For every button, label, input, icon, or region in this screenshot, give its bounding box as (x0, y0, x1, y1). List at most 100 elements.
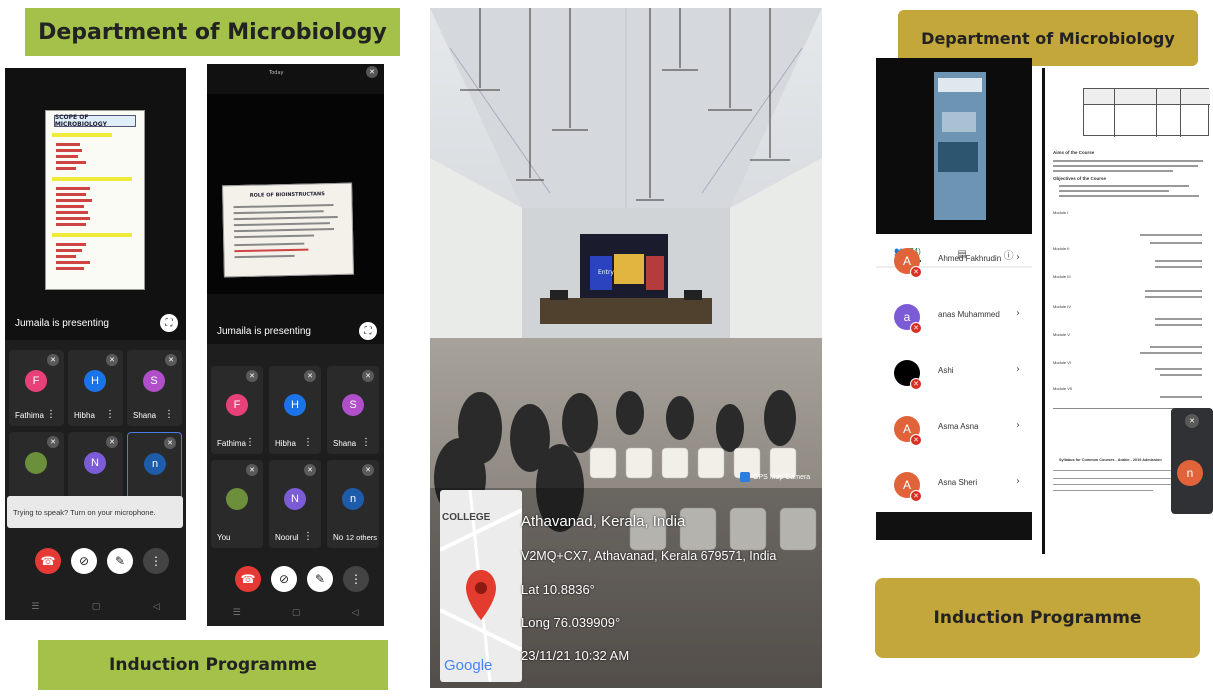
more-options-icon[interactable]: ⋮ (245, 437, 255, 448)
gps-camera-badge: GPS Map Camera (740, 472, 810, 482)
participant-tile[interactable]: F ✕ Fathima ⋮ (211, 366, 263, 454)
recents-icon[interactable]: ☰ (31, 602, 39, 612)
chevron-right-icon[interactable]: › (1016, 364, 1020, 375)
participant-name: Shana (333, 439, 357, 448)
module-label: Module I (1053, 210, 1069, 215)
chevron-right-icon[interactable]: › (1016, 476, 1020, 487)
participant-tile[interactable]: S ✕ Shana ⋮ (327, 366, 379, 454)
participant-row[interactable]: A ✕ Asma Asna › (876, 408, 1032, 454)
participant-tile[interactable]: H ✕ Hibha ⋮ (68, 350, 123, 426)
fullscreen-icon[interactable]: ⛶ (160, 314, 178, 332)
avatar: N (84, 452, 106, 474)
mic-off-button[interactable]: ✎ (307, 566, 333, 592)
recents-icon[interactable]: ☰ (233, 608, 241, 618)
more-options-icon[interactable]: ⋮ (164, 409, 174, 420)
camera-off-button[interactable]: ⊘ (71, 548, 97, 574)
more-button[interactable]: ⋮ (343, 566, 369, 592)
camera-off-button[interactable]: ⊘ (271, 566, 297, 592)
avatar-photo (25, 452, 47, 474)
module-label: Module VI (1053, 360, 1072, 365)
presentation-slide: SCOPE OF MICROBIOLOGY (45, 110, 145, 290)
more-options-icon[interactable]: ⋮ (105, 409, 115, 420)
screen-share-area: Today ✕ ROLE OF BIOINSTRUCTANS Jumaila i… (207, 64, 384, 344)
more-options-icon[interactable]: ⋮ (303, 437, 313, 448)
induction-banner-left: Induction Programme (38, 640, 388, 690)
induction-title-left: Induction Programme (109, 655, 317, 675)
course-table (1083, 88, 1210, 137)
chevron-right-icon[interactable]: › (1016, 420, 1020, 431)
avatar: H (84, 370, 106, 392)
mic-off-icon: ✕ (106, 354, 118, 366)
more-options-icon[interactable]: ⋮ (46, 409, 56, 420)
participant-row[interactable]: A ✕ Ahmed Fakhrudin › (876, 240, 1032, 286)
bottom-bar (876, 512, 1032, 540)
gps-camera-label: GPS Map Camera (753, 473, 811, 481)
gps-camera-icon (740, 472, 750, 482)
chevron-right-icon[interactable]: › (1016, 308, 1020, 319)
mic-off-icon: ✕ (246, 370, 258, 382)
location-address: V2MQ+CX7, Athavanad, Kerala 679571, Indi… (521, 549, 777, 563)
fullscreen-icon[interactable]: ⛶ (359, 322, 377, 340)
back-icon[interactable]: ◁ (351, 608, 358, 618)
latitude: Lat 10.8836° (521, 582, 595, 597)
end-call-button[interactable]: ☎ (235, 566, 261, 592)
more-button[interactable]: ⋮ (143, 548, 169, 574)
close-icon[interactable]: ✕ (366, 66, 378, 78)
participant-tile[interactable]: ✕ You (211, 460, 263, 548)
module-label: Module III (1053, 274, 1071, 279)
meet-screenshot-b: Today ✕ ROLE OF BIOINSTRUCTANS Jumaila i… (207, 64, 384, 626)
participant-tile[interactable]: H ✕ Hibha ⋮ (269, 366, 321, 454)
participant-tile[interactable]: F ✕ Fathima ⋮ (9, 350, 64, 426)
screen-share-area: SCOPE OF MICROBIOLOGY Jumaila is present… (5, 68, 186, 340)
slide-title: ROLE OF BIOINSTRUCTANS (233, 187, 342, 203)
mic-off-icon: ✕ (910, 434, 922, 446)
induction-banner-right: Induction Programme (875, 578, 1200, 658)
module-label: Module VII (1053, 386, 1073, 391)
participant-name: Fathima (15, 411, 44, 420)
participant-tile[interactable]: n ✕ No 12 others (327, 460, 379, 548)
mic-off-icon: ✕ (106, 436, 118, 448)
end-call-button[interactable]: ☎ (35, 548, 61, 574)
avatar: n (342, 488, 364, 510)
avatar: S (342, 394, 364, 416)
home-icon[interactable]: ▢ (92, 602, 101, 612)
mic-off-icon: ✕ (362, 464, 374, 476)
avatar: n (1177, 460, 1203, 486)
module-label: Module IV (1053, 304, 1072, 309)
floating-self-tile[interactable]: ✕ n (1171, 408, 1213, 514)
module-label: Module V (1053, 332, 1070, 337)
today-label: Today (269, 70, 284, 76)
back-icon[interactable]: ◁ (153, 602, 160, 612)
more-options-icon[interactable]: ⋮ (361, 437, 371, 448)
participant-name: No (333, 533, 344, 542)
participant-tile[interactable]: S ✕ Shana ⋮ (127, 350, 182, 426)
participant-name: Hibha (275, 439, 296, 448)
participant-row[interactable]: a ✕ anas Muhammed › (876, 296, 1032, 342)
mic-off-button[interactable]: ✎ (107, 548, 133, 574)
avatar: F (226, 394, 248, 416)
participant-name: You (217, 533, 231, 542)
participant-row[interactable]: ✕ Ashi › (876, 352, 1032, 398)
mic-off-icon: ✕ (910, 490, 922, 502)
location-title: Athavanad, Kerala, India (521, 513, 686, 530)
android-navbar: ☰ ▢ ◁ (5, 598, 186, 616)
mic-off-icon: ✕ (164, 437, 176, 449)
avatar: n (144, 453, 166, 475)
participants-screenshot: 👥 (74) ▤ ⓘ A ✕ Ahmed Fakhrudin › a ✕ ana… (876, 58, 1032, 540)
mic-off-icon: ✕ (910, 322, 922, 334)
map-college-label: COLLEGE (442, 512, 491, 523)
objectives-heading: Objectives of the Course (1053, 176, 1107, 181)
others-count-label[interactable]: 12 others (345, 533, 377, 542)
participant-tile[interactable]: N ✕ Noorul ⋮ (269, 460, 321, 548)
chevron-right-icon[interactable]: › (1016, 252, 1020, 263)
avatar: F (25, 370, 47, 392)
shared-book-cover (876, 58, 1032, 234)
mic-off-icon: ✕ (910, 378, 922, 390)
participant-row[interactable]: A ✕ Asna Sheri › (876, 464, 1032, 510)
department-banner-left: Department of Microbiology (25, 8, 400, 56)
more-options-icon[interactable]: ⋮ (303, 531, 313, 542)
home-icon[interactable]: ▢ (292, 608, 301, 618)
avatar-photo (226, 488, 248, 510)
department-title-right: Department of Microbiology (921, 28, 1175, 48)
auditorium-photo: Entry GPS Map Camera COLLEGE Google Atha… (430, 8, 822, 688)
